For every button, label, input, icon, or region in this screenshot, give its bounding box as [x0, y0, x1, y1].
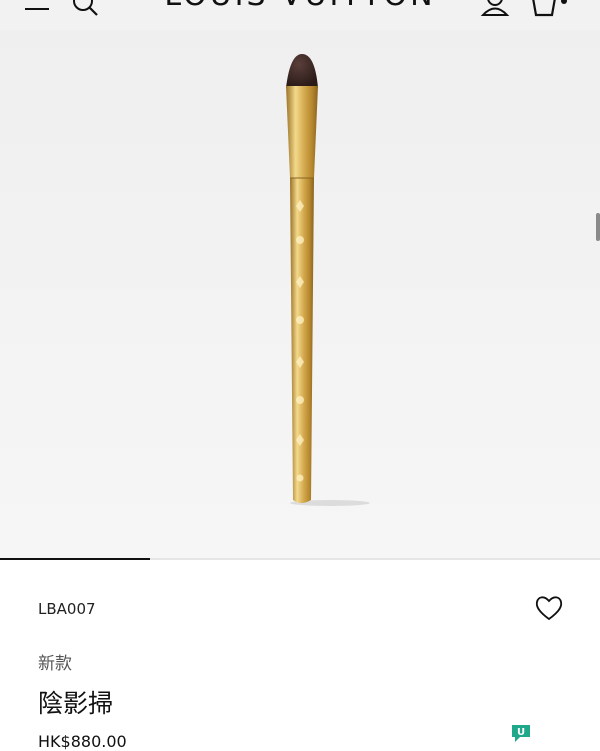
- site-header: LOUIS VUITTON: [0, 0, 600, 30]
- chat-assistant-icon[interactable]: U: [510, 723, 532, 743]
- product-image: [286, 54, 370, 506]
- scrollbar-thumb[interactable]: [596, 213, 600, 241]
- product-image-gallery[interactable]: [0, 30, 600, 560]
- shopping-bag-icon[interactable]: [528, 0, 560, 20]
- chat-assistant-label: U: [517, 727, 525, 738]
- gallery-progress: [0, 558, 600, 560]
- gallery-progress-fill: [0, 558, 150, 560]
- heart-icon[interactable]: [534, 594, 564, 622]
- product-sku: LBA007: [38, 600, 96, 618]
- product-name: 陰影掃: [38, 689, 114, 718]
- new-badge: 新款: [38, 654, 72, 674]
- user-icon[interactable]: [480, 0, 510, 20]
- product-price: HK$880.00: [38, 732, 127, 751]
- brand-logo[interactable]: LOUIS VUITTON: [0, 0, 600, 13]
